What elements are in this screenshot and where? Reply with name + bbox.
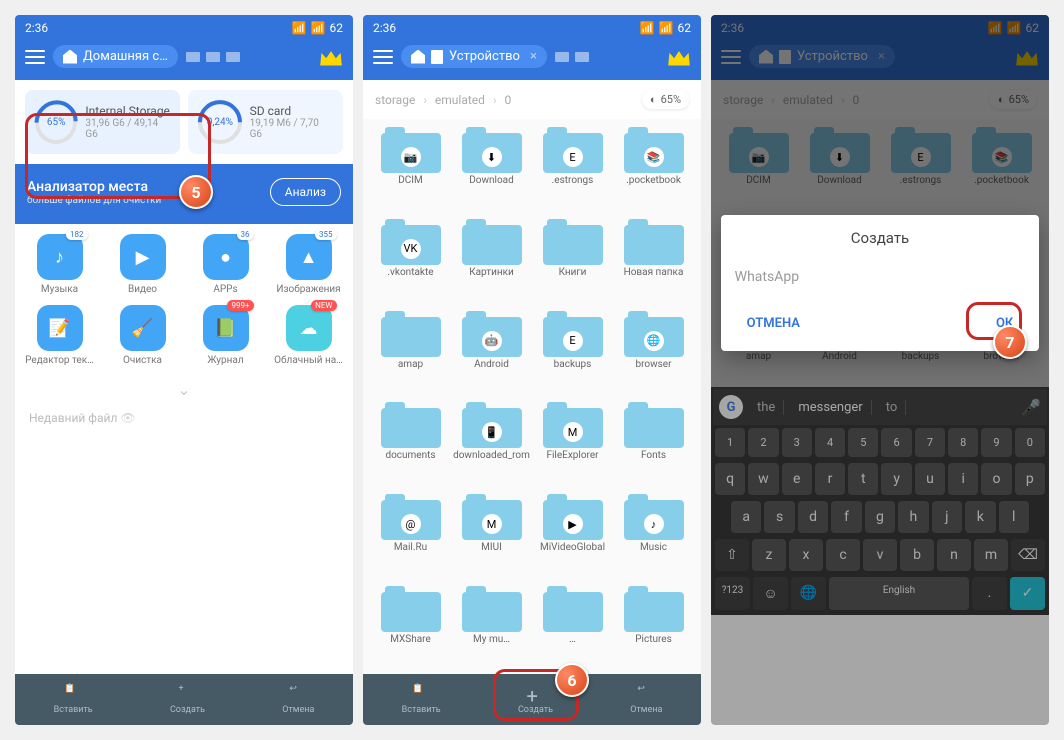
folder-item[interactable]: amap — [371, 307, 450, 395]
storage-badge[interactable]: ◐ 65% — [642, 90, 689, 109]
step7-badge: 7 — [993, 325, 1027, 359]
sd-icon — [431, 50, 443, 64]
breadcrumb: storage› emulated› 0 ◐ 65% — [363, 80, 701, 119]
dialog-overlay: Создать WhatsApp ОТМЕНА ОК — [711, 15, 1049, 725]
create-dialog: Создать WhatsApp ОТМЕНА ОК — [721, 215, 1040, 351]
app-header: Домашняя с… — [15, 37, 353, 80]
folder-item[interactable]: Pictures — [614, 582, 693, 670]
category-item[interactable]: 🧹Очистка — [106, 305, 179, 366]
menu-icon[interactable] — [373, 50, 393, 64]
folder-item[interactable]: E.estrongs — [533, 123, 612, 211]
location-chip[interactable]: Устройство× — [401, 45, 547, 68]
card-title: SD card — [250, 104, 333, 118]
status-bar: 2:36📶📶62 — [363, 15, 701, 37]
dialog-input[interactable]: WhatsApp — [735, 265, 1026, 294]
folder-item[interactable]: 🤖Android — [452, 307, 531, 395]
bc-item[interactable]: 0 — [505, 93, 512, 107]
folder-item[interactable]: Новая папка — [614, 215, 693, 303]
create-button[interactable]: +Создать — [170, 684, 205, 715]
tab-icons — [186, 52, 240, 62]
folder-item[interactable]: MXShare — [371, 582, 450, 670]
analyzer-sub: больше файлов для очистки — [27, 195, 161, 206]
bottom-bar: 📋Вставить +Создать ↩Отмена — [15, 674, 353, 725]
category-item[interactable]: ▲355Изображения — [272, 234, 345, 295]
tab-icons — [555, 52, 589, 62]
app-header: Устройство× — [363, 37, 701, 80]
folder-item[interactable]: Книги — [533, 215, 612, 303]
folder-grid: 📷DCIM⬇DownloadE.estrongs📚.pocketbook VK.v… — [363, 119, 701, 674]
location-chip[interactable]: Домашняя с… — [53, 45, 178, 68]
folder-item[interactable]: ⬇Download — [452, 123, 531, 211]
category-item[interactable]: ●36APPs — [189, 234, 262, 295]
create-button[interactable]: +Создать — [518, 684, 553, 715]
folder-item[interactable]: MFileExplorer — [533, 398, 612, 486]
folder-item[interactable]: ♪Music — [614, 490, 693, 578]
status-bar: 2:36 📶📶62 — [15, 15, 353, 37]
category-item[interactable]: ☁NEWОблачный на… — [272, 305, 345, 366]
chevron-down-icon[interactable]: ⌄ — [15, 376, 353, 403]
phone-1: 2:36 📶📶62 Домашняя с… 5 65% Internal Sto… — [15, 15, 353, 725]
category-item[interactable]: ▶Видео — [106, 234, 179, 295]
dialog-title: Создать — [735, 229, 1026, 247]
internal-storage-card[interactable]: 65% Internal Storage31,96 G6 / 49,14 G6 — [25, 90, 180, 154]
card-sub: 31,96 G6 / 49,14 G6 — [85, 118, 170, 140]
home-icon — [63, 50, 77, 64]
status-icons: 📶📶62 — [288, 21, 343, 35]
folder-item[interactable]: My mu… — [452, 582, 531, 670]
crown-icon[interactable] — [667, 48, 691, 66]
category-grid: ♪182Музыка▶Видео●36APPs▲355Изображения 📝Р… — [15, 224, 353, 376]
folder-item[interactable]: VK.vkontakte — [371, 215, 450, 303]
folder-item[interactable]: ▶MiVideoGlobal — [533, 490, 612, 578]
bc-item[interactable]: storage — [375, 93, 415, 107]
crown-icon[interactable] — [319, 48, 343, 66]
storage-ring: 0,24% — [198, 100, 242, 144]
folder-item[interactable]: Ebackups — [533, 307, 612, 395]
step5-badge: 5 — [179, 175, 213, 209]
folder-item[interactable]: MMIUI — [452, 490, 531, 578]
folder-item[interactable]: Картинки — [452, 215, 531, 303]
folder-item[interactable]: @Mail.Ru — [371, 490, 450, 578]
category-item[interactable]: ♪182Музыка — [23, 234, 96, 295]
step6-badge: 6 — [555, 663, 589, 697]
card-title: Internal Storage — [85, 104, 170, 118]
folder-item[interactable]: … — [533, 582, 612, 670]
folder-item[interactable]: Fonts — [614, 398, 693, 486]
home-icon — [411, 50, 425, 64]
cancel-button[interactable]: ↩Отмена — [630, 684, 662, 715]
analyze-button[interactable]: Анализ — [270, 178, 341, 206]
bottom-bar: 📋Вставить +Создать ↩Отмена — [363, 674, 701, 725]
folder-item[interactable]: documents — [371, 398, 450, 486]
phone-3: 2:36📶📶62 Устройство× storage›emulated›0 … — [711, 15, 1049, 725]
category-item[interactable]: 📝Редактор тек… — [23, 305, 96, 366]
clock: 2:36 — [25, 21, 48, 35]
storage-ring: 65% — [35, 100, 77, 144]
menu-icon[interactable] — [25, 50, 45, 64]
chip-label: Домашняя с… — [83, 49, 168, 64]
folder-item[interactable]: 📷DCIM — [371, 123, 450, 211]
phone-2: 2:36📶📶62 Устройство× storage› emulated› … — [363, 15, 701, 725]
card-sub: 19,19 M6 / 7,70 G6 — [250, 118, 333, 140]
paste-button[interactable]: 📋Вставить — [402, 684, 441, 715]
folder-item[interactable]: 🌐browser — [614, 307, 693, 395]
recent-files: Недавний файл 👁 — [15, 403, 353, 433]
paste-button[interactable]: 📋Вставить — [54, 684, 93, 715]
folder-item[interactable]: 📚.pocketbook — [614, 123, 693, 211]
cancel-button[interactable]: ОТМЕНА — [735, 310, 812, 337]
storage-cards: 65% Internal Storage31,96 G6 / 49,14 G6 … — [15, 80, 353, 164]
sdcard-card[interactable]: 0,24% SD card19,19 M6 / 7,70 G6 — [188, 90, 343, 154]
folder-item[interactable]: 📱downloaded_rom — [452, 398, 531, 486]
bc-item[interactable]: emulated — [435, 93, 485, 107]
cancel-button[interactable]: ↩Отмена — [282, 684, 314, 715]
analyzer-title: Анализатор места — [27, 179, 161, 195]
category-item[interactable]: 📗999+Журнал — [189, 305, 262, 366]
